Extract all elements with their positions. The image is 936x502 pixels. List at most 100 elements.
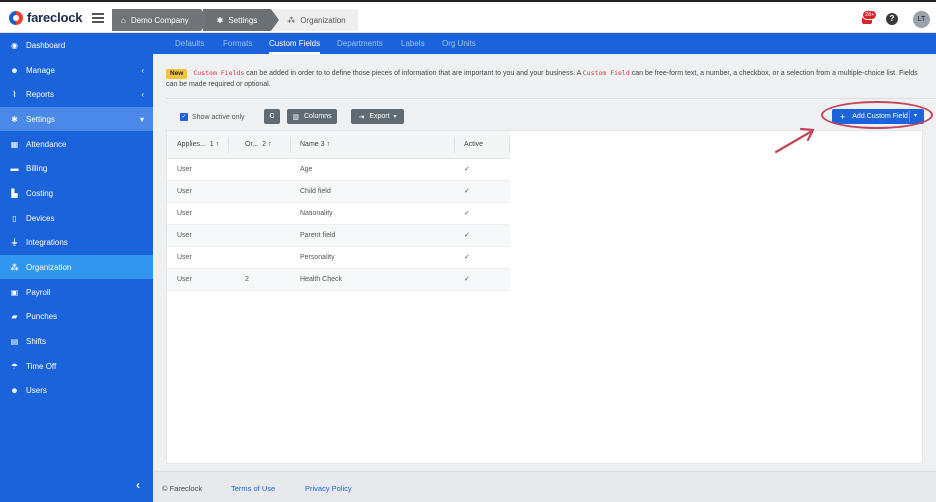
tablet-icon: ▯ bbox=[12, 213, 17, 223]
sidebar-item-time-off[interactable]: ☂ Time Off bbox=[0, 354, 153, 378]
table-row[interactable]: User 2 Health Check ✓ bbox=[167, 269, 510, 291]
menu-toggle-icon[interactable] bbox=[92, 13, 104, 23]
column-divider[interactable] bbox=[454, 137, 455, 153]
columns-button[interactable]: ▥ Columns bbox=[287, 109, 337, 124]
sidebar-item-organization[interactable]: ⁂ Organization bbox=[0, 255, 153, 279]
truck-icon: ▰ bbox=[11, 311, 18, 321]
sidebar-item-integrations[interactable]: ⏚ Integrations bbox=[0, 230, 153, 254]
table-row[interactable]: User Personality ✓ bbox=[167, 247, 510, 269]
attendance-icon: ▦ bbox=[10, 139, 19, 149]
home-icon: ⌂ bbox=[121, 15, 126, 25]
export-icon: ⇥ bbox=[358, 113, 365, 121]
footer: © Fareclock Terms of Use Privacy Policy bbox=[153, 471, 936, 502]
plug-icon: ⏚ bbox=[10, 237, 19, 247]
header-order[interactable]: Or... 2 ↑ bbox=[245, 131, 271, 159]
org-icon: ⁂ bbox=[287, 15, 296, 25]
column-divider[interactable] bbox=[509, 137, 510, 153]
table-row[interactable]: User Age ✓ bbox=[167, 159, 510, 181]
check-icon: ✓ bbox=[464, 276, 470, 283]
sidebar-collapse-icon[interactable]: ‹ bbox=[136, 478, 140, 492]
sidebar-item-payroll[interactable]: ▣ Payroll bbox=[0, 280, 153, 304]
calendar-icon: ▤ bbox=[10, 336, 19, 346]
chart-icon: ⌇ bbox=[12, 89, 17, 99]
sidebar-item-dashboard[interactable]: ◉ Dashboard bbox=[0, 33, 153, 57]
tab-custom-fields[interactable]: Custom Fields bbox=[269, 33, 321, 54]
columns-icon: ▥ bbox=[292, 113, 299, 121]
tab-formats[interactable]: Formats bbox=[223, 33, 252, 54]
custom-fields-info: New Custom Fields can be added in order t… bbox=[166, 68, 926, 90]
sidebar-item-manage[interactable]: ☻ Manage ‹ bbox=[0, 58, 153, 82]
footer-copyright: © Fareclock bbox=[162, 484, 203, 493]
breadcrumb: ⌂ Demo Company ✱ Settings ⁂ Organization bbox=[112, 9, 358, 31]
users-icon: ☻ bbox=[10, 385, 19, 395]
terms-link[interactable]: Terms of Use bbox=[231, 484, 275, 493]
breadcrumb-demo-company[interactable]: ⌂ Demo Company bbox=[112, 9, 209, 31]
show-active-toggle[interactable]: ✓ Show active only bbox=[180, 113, 245, 121]
export-button[interactable]: ⇥ Export ▾ bbox=[351, 109, 404, 124]
notifications-button[interactable]: 28+ bbox=[862, 10, 878, 24]
column-divider[interactable] bbox=[290, 137, 291, 153]
custom-fields-table: Applies... 1 ↑ Or... 2 ↑ Name 3 ↑ Active… bbox=[166, 130, 923, 464]
notification-badge: 28+ bbox=[862, 10, 878, 20]
refresh-button[interactable]: C bbox=[264, 109, 280, 124]
caret-down-icon: ▾ bbox=[393, 114, 397, 120]
sidebar: ◉ Dashboard ☻ Manage ‹ ⌇ Reports ‹ ✱ Setting… bbox=[0, 33, 153, 502]
settings-subnav: Defaults Formats Custom Fields Departmen… bbox=[153, 33, 936, 54]
tab-org-units[interactable]: Org Units bbox=[442, 33, 476, 54]
new-badge: New bbox=[166, 69, 188, 79]
highlight-annotation bbox=[821, 101, 933, 129]
privacy-link[interactable]: Privacy Policy bbox=[305, 484, 352, 493]
tab-defaults[interactable]: Defaults bbox=[175, 33, 204, 54]
header-active[interactable]: Active bbox=[464, 131, 483, 159]
refresh-icon: C bbox=[269, 113, 275, 120]
info-text-1: can be added in order to to define those… bbox=[244, 70, 583, 77]
chevron-left-icon: ‹ bbox=[141, 89, 144, 99]
check-icon: ✓ bbox=[464, 254, 470, 261]
table-header: Applies... 1 ↑ Or... 2 ↑ Name 3 ↑ Active bbox=[167, 131, 510, 159]
umbrella-icon: ☂ bbox=[10, 361, 19, 371]
checkbox-checked-icon[interactable]: ✓ bbox=[180, 113, 188, 121]
check-icon: ✓ bbox=[464, 166, 470, 173]
avatar[interactable]: LT bbox=[913, 11, 930, 28]
check-icon: ✓ bbox=[464, 232, 470, 239]
divider bbox=[166, 98, 936, 99]
sidebar-item-settings[interactable]: ✱ Settings ▾ bbox=[0, 107, 153, 131]
costing-icon: ▙ bbox=[11, 188, 18, 198]
column-divider[interactable] bbox=[228, 137, 229, 153]
logo-icon bbox=[9, 10, 23, 25]
tab-labels[interactable]: Labels bbox=[401, 33, 425, 54]
dashboard-icon: ◉ bbox=[11, 40, 18, 50]
user-icon: ☻ bbox=[10, 65, 19, 75]
breadcrumb-settings[interactable]: ✱ Settings bbox=[202, 9, 279, 31]
info-code-custom-field: Custom Field bbox=[582, 69, 630, 77]
chevron-left-icon: ‹ bbox=[141, 65, 144, 75]
tab-departments[interactable]: Departments bbox=[337, 33, 383, 54]
gear-icon: ✱ bbox=[11, 114, 18, 124]
sidebar-item-reports[interactable]: ⌇ Reports ‹ bbox=[0, 82, 153, 106]
sidebar-item-shifts[interactable]: ▤ Shifts bbox=[0, 329, 153, 353]
sidebar-item-billing[interactable]: ▬ Billing bbox=[0, 156, 153, 180]
sidebar-item-devices[interactable]: ▯ Devices bbox=[0, 206, 153, 230]
card-icon: ▬ bbox=[10, 163, 19, 173]
sidebar-item-attendance[interactable]: ▦ Attendance bbox=[0, 132, 153, 156]
chevron-down-icon: ▾ bbox=[139, 114, 144, 124]
check-icon: ✓ bbox=[464, 188, 470, 195]
sidebar-item-costing[interactable]: ▙ Costing bbox=[0, 181, 153, 205]
check-icon: ✓ bbox=[464, 210, 470, 217]
app-logo[interactable]: fareclock bbox=[9, 10, 82, 25]
main-content: New Custom Fields can be added in order t… bbox=[153, 54, 936, 502]
sidebar-item-users[interactable]: ☻ Users bbox=[0, 378, 153, 402]
show-active-label: Show active only bbox=[192, 113, 245, 121]
info-code-custom-fields: Custom Fields bbox=[193, 69, 245, 77]
header-applies[interactable]: Applies... 1 ↑ bbox=[177, 131, 219, 159]
header-name[interactable]: Name 3 ↑ bbox=[300, 131, 330, 159]
table-row[interactable]: User Nationality ✓ bbox=[167, 203, 510, 225]
top-bar: fareclock ⌂ Demo Company ✱ Settings ⁂ Or… bbox=[0, 0, 936, 33]
sidebar-item-punches[interactable]: ▰ Punches bbox=[0, 304, 153, 328]
org-icon: ⁂ bbox=[10, 262, 19, 272]
gear-icon: ✱ bbox=[216, 15, 224, 25]
app-name: fareclock bbox=[27, 10, 83, 25]
help-icon[interactable]: ? bbox=[886, 13, 898, 25]
table-row[interactable]: User Child field ✓ bbox=[167, 181, 510, 203]
table-row[interactable]: User Parent field ✓ bbox=[167, 225, 510, 247]
